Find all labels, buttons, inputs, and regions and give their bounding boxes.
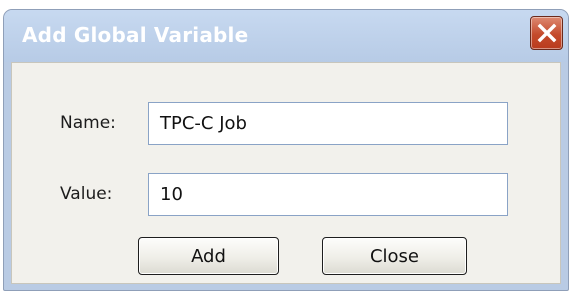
add-button[interactable]: Add — [138, 237, 279, 275]
dialog-body: Name: TPC-C Job Value: 10 Add Close — [11, 62, 561, 284]
value-field[interactable]: 10 — [148, 173, 508, 216]
close-button[interactable]: Close — [322, 237, 467, 275]
add-global-variable-dialog: Add Global Variable Name: TPC-C Job Valu… — [3, 9, 569, 291]
close-window-button[interactable] — [530, 16, 563, 50]
value-label: Value: — [60, 184, 113, 204]
dialog-title: Add Global Variable — [22, 23, 249, 47]
dialog-titlebar[interactable]: Add Global Variable — [4, 10, 568, 62]
name-field[interactable]: TPC-C Job — [148, 102, 508, 145]
name-label: Name: — [60, 113, 116, 133]
close-x-icon — [537, 23, 556, 43]
